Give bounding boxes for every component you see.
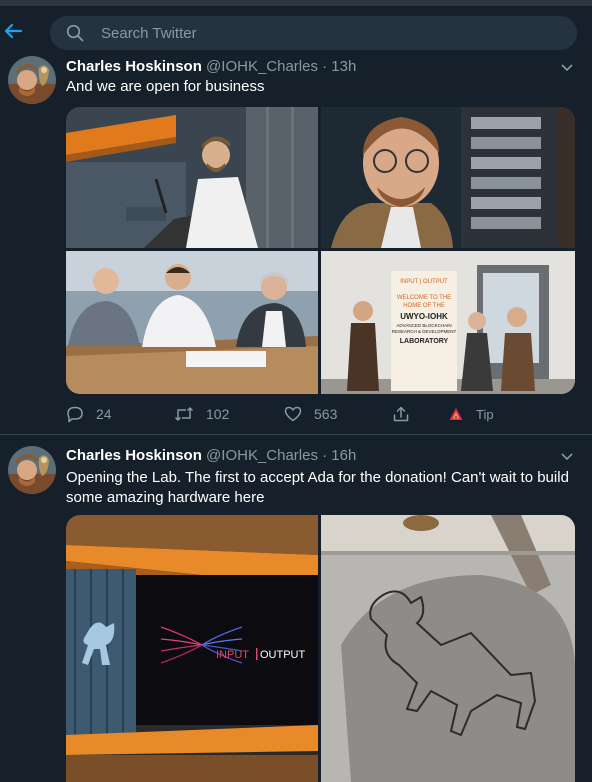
back-arrow-icon[interactable] xyxy=(2,20,24,42)
tip-label: Tip xyxy=(476,406,494,422)
reply-button[interactable]: 24 xyxy=(66,402,112,426)
chevron-down-icon[interactable] xyxy=(560,60,574,72)
wall-logo-left: INPUT xyxy=(216,649,249,661)
tweet-text: And we are open for business xyxy=(66,78,265,95)
sign-line: RESEARCH & DEVELOPMENT xyxy=(392,329,457,334)
tweet-photo-lab-sign[interactable]: INPUT | OUTPUT WELCOME TO THE HOME OF TH… xyxy=(321,251,575,394)
share-button[interactable] xyxy=(392,402,422,426)
tweet-photo-portrait[interactable] xyxy=(321,107,575,248)
retweet-button[interactable]: 102 xyxy=(174,402,229,426)
sign-line: UWYO-IOHK xyxy=(400,312,448,321)
tweet-photo-signing[interactable] xyxy=(66,251,318,394)
tweet[interactable]: Charles Hoskinson @IOHK_Charles · 13h An… xyxy=(0,56,592,435)
tweet-text: Opening the Lab. The first to accept Ada… xyxy=(66,469,569,506)
chevron-down-icon[interactable] xyxy=(560,449,574,461)
top-bar: Search Twitter xyxy=(0,6,592,56)
retweet-icon xyxy=(174,407,194,421)
tweet-media-grid: INPUT | OUTPUT WELCOME TO THE HOME OF TH… xyxy=(66,107,575,394)
reply-count: 24 xyxy=(96,406,112,422)
author-handle[interactable]: @IOHK_Charles · 13h xyxy=(206,58,356,75)
tweet-header: Charles Hoskinson @IOHK_Charles · 16h xyxy=(66,447,356,464)
search-input[interactable]: Search Twitter xyxy=(50,16,577,50)
like-button[interactable]: 563 xyxy=(284,402,337,426)
tip-icon xyxy=(449,408,463,420)
sign-line: WELCOME TO THE xyxy=(397,295,451,301)
wall-logo-right: OUTPUT xyxy=(260,649,306,661)
search-icon xyxy=(66,24,84,42)
tweet-photo-speaker[interactable] xyxy=(66,107,318,248)
avatar[interactable] xyxy=(8,446,56,494)
tweet-photo-logo-wall[interactable]: INPUT OUTPUT xyxy=(66,515,318,782)
tweet-media-grid: INPUT OUTPUT xyxy=(66,515,575,782)
like-icon xyxy=(284,406,302,422)
author-name[interactable]: Charles Hoskinson xyxy=(66,447,202,464)
sign-line: HOME OF THE xyxy=(403,303,445,309)
tip-button[interactable]: Tip xyxy=(448,402,494,426)
avatar[interactable] xyxy=(8,56,56,104)
sign-line: LABORATORY xyxy=(400,338,449,345)
tweet-header: Charles Hoskinson @IOHK_Charles · 13h xyxy=(66,58,356,75)
like-count: 563 xyxy=(314,406,338,422)
tweet-actions: 24 102 563 Tip xyxy=(66,402,546,426)
reply-icon xyxy=(67,406,83,423)
search-placeholder: Search Twitter xyxy=(101,25,197,42)
retweet-count: 102 xyxy=(206,406,230,422)
author-handle[interactable]: @IOHK_Charles · 16h xyxy=(206,447,356,464)
tweet-photo-floor-emblem[interactable] xyxy=(321,515,575,782)
sign-line: ADVANCED BLOCKCHAIN xyxy=(396,323,451,328)
share-icon xyxy=(393,406,409,422)
author-name[interactable]: Charles Hoskinson xyxy=(66,58,202,75)
tweet[interactable]: Charles Hoskinson @IOHK_Charles · 16h Op… xyxy=(0,436,592,782)
sign-logo-text: INPUT | OUTPUT xyxy=(400,279,448,285)
